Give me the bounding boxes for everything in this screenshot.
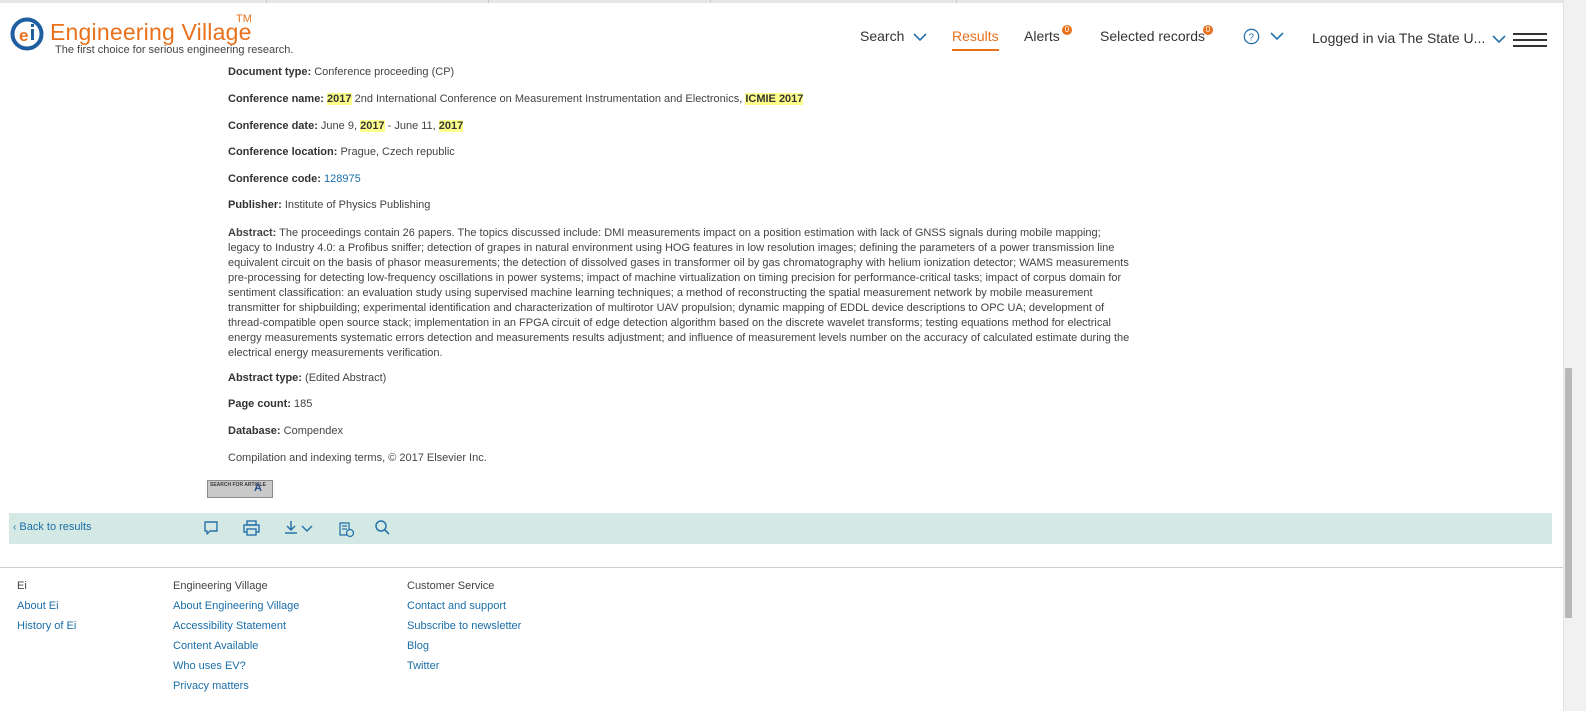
footer-link-newsletter[interactable]: Subscribe to newsletter <box>407 616 521 636</box>
nav-search-label: Search <box>860 28 905 44</box>
nav-results-label: Results <box>952 28 999 44</box>
nav-help[interactable]: ? <box>1243 27 1285 45</box>
search-icon[interactable] <box>374 519 391 536</box>
record-toolbar <box>9 513 1552 544</box>
publisher: Publisher: Institute of Physics Publishi… <box>228 199 431 211</box>
footer-column-customer-service: Customer Service Contact and support Sub… <box>407 576 521 676</box>
login-label: Logged in via The State U... <box>1312 30 1486 46</box>
search-for-article-button[interactable]: SEARCH FOR ARTICLE A <box>207 480 273 498</box>
nav-login[interactable]: Logged in via The State U... <box>1312 30 1507 46</box>
nav-search[interactable]: Search <box>860 28 928 44</box>
copyright-note: Compilation and indexing terms, © 2017 E… <box>228 452 487 464</box>
brand-name[interactable]: Engineering Village <box>50 19 252 46</box>
alerts-count-badge: 0 <box>1062 25 1072 35</box>
nav-alerts-label: Alerts <box>1024 28 1060 44</box>
tagline: The first choice for serious engineering… <box>55 44 294 56</box>
svg-text:e: e <box>19 26 28 45</box>
footer-link-accessibility[interactable]: Accessibility Statement <box>173 616 299 636</box>
conference-location: Conference location: Prague, Czech repub… <box>228 146 455 158</box>
help-circle-icon: ? <box>1243 28 1260 45</box>
conference-date: Conference date: June 9, 2017 - June 11,… <box>228 120 464 132</box>
chevron-left-icon: ‹ <box>13 522 17 533</box>
nav-results[interactable]: Results <box>952 28 999 51</box>
footer-link-blog[interactable]: Blog <box>407 636 521 656</box>
sfx-logo: A <box>254 482 262 494</box>
download-icon[interactable] <box>283 519 317 537</box>
comment-icon[interactable] <box>202 519 220 537</box>
back-label: Back to results <box>19 521 92 533</box>
ei-logo-icon[interactable]: e <box>10 17 44 51</box>
footer-link-content-available[interactable]: Content Available <box>173 636 299 656</box>
chevron-down-icon <box>913 33 927 42</box>
footer-link-contact[interactable]: Contact and support <box>407 596 521 616</box>
conference-code-link[interactable]: 128975 <box>324 173 361 185</box>
footer-link-about-ev[interactable]: About Engineering Village <box>173 596 299 616</box>
nav-alerts[interactable]: Alerts 0 <box>1024 25 1072 44</box>
footer-link-about-ei[interactable]: About Ei <box>17 596 76 616</box>
selected-count-badge: 0 <box>1203 25 1213 35</box>
scrollbar-thumb[interactable] <box>1565 368 1572 618</box>
footer-heading: Engineering Village <box>173 580 268 592</box>
back-to-results-link[interactable]: ‹ Back to results <box>13 521 92 533</box>
nav-selected-records[interactable]: Selected records 0 <box>1100 25 1213 44</box>
footer-link-history-of-ei[interactable]: History of Ei <box>17 616 76 636</box>
document-type: Document type: Conference proceeding (CP… <box>228 66 455 78</box>
footer-link-privacy[interactable]: Privacy matters <box>173 676 299 696</box>
bibliography-icon[interactable] <box>338 521 355 538</box>
print-icon[interactable] <box>242 519 261 537</box>
trademark: TM <box>236 13 252 25</box>
nav-selected-records-label: Selected records <box>1100 28 1206 44</box>
footer-divider <box>0 567 1563 568</box>
footer-link-twitter[interactable]: Twitter <box>407 656 521 676</box>
footer-column-engineering-village: Engineering Village About Engineering Vi… <box>173 576 299 696</box>
chevron-down-icon <box>1492 35 1506 44</box>
database: Database: Compendex <box>228 425 343 437</box>
conference-code: Conference code: 128975 <box>228 173 361 185</box>
site-header: e Engineering Village TM The first choic… <box>0 3 1586 63</box>
conference-name: Conference name: 2017 2nd International … <box>228 93 804 105</box>
menu-icon[interactable] <box>1513 33 1547 47</box>
footer-column-ei: Ei About Ei History of Ei <box>17 576 76 636</box>
page-count: Page count: 185 <box>228 398 313 410</box>
abstract-type: Abstract type: (Edited Abstract) <box>228 372 387 384</box>
svg-text:?: ? <box>1248 32 1254 43</box>
abstract: Abstract: The proceedings contain 26 pap… <box>228 227 1130 359</box>
footer-heading: Ei <box>17 580 27 592</box>
chevron-down-icon <box>1270 32 1284 41</box>
footer-heading: Customer Service <box>407 580 495 592</box>
footer-link-who-uses-ev[interactable]: Who uses EV? <box>173 656 299 676</box>
